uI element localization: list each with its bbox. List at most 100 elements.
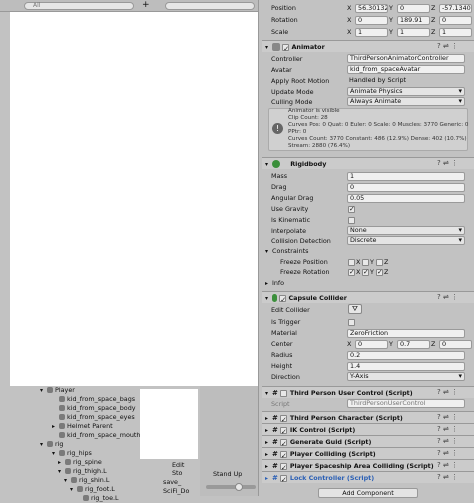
animator-info-line: Stream: 2880 (76.4%) <box>288 143 351 149</box>
rotation-x-field[interactable]: 0 <box>355 16 388 25</box>
use-gravity-checkbox[interactable] <box>348 205 355 213</box>
position-y-field[interactable]: 0 <box>397 4 430 13</box>
scale-y-field[interactable]: 1 <box>397 28 430 37</box>
help-icon[interactable]: ? ⇌ ⋮ <box>437 159 458 167</box>
animator-enabled-checkbox[interactable] <box>282 43 290 55</box>
info-foldout[interactable]: ▸ Info <box>265 279 284 288</box>
rotation-y-field[interactable]: 189.91 <box>397 16 430 25</box>
avatar-field[interactable]: kid_from_spaceAvatar <box>347 65 465 74</box>
freeze-rotation-z-checkbox[interactable] <box>376 268 383 276</box>
script-enabled-checkbox[interactable] <box>279 474 287 486</box>
mass-field[interactable]: 1 <box>347 172 465 181</box>
hierarchy-item[interactable]: kid_from_space_mouth <box>52 431 140 440</box>
script-enabled-checkbox[interactable] <box>279 426 287 438</box>
scale-x-field[interactable]: 1 <box>355 28 388 37</box>
freeze-rotation-x-checkbox[interactable] <box>348 268 355 276</box>
scale-z-field[interactable]: 1 <box>439 28 472 37</box>
position-label: Position <box>271 4 296 12</box>
animator-info-line: Curves Count: 3770 Constant: 486 (12.9%)… <box>288 136 467 142</box>
help-icon[interactable]: ? ⇌ ⋮ <box>437 437 458 445</box>
gameobject-icon <box>47 387 53 393</box>
script-title: Player Colliding (Script) <box>289 450 376 458</box>
script-icon: # <box>272 389 278 397</box>
help-icon[interactable]: ? ⇌ ⋮ <box>437 449 458 457</box>
help-icon[interactable]: ? ⇌ ⋮ <box>437 293 458 301</box>
material-field[interactable]: ZeroFriction <box>347 329 465 338</box>
hierarchy-item[interactable]: ▸ Helmet Parent <box>52 422 113 431</box>
help-icon[interactable]: ? ⇌ ⋮ <box>437 425 458 433</box>
hierarchy-item-label: rig_thigh.L <box>73 467 107 475</box>
collision-dropdown[interactable]: Discrete <box>347 236 465 245</box>
project-item[interactable]: save_ <box>163 478 181 487</box>
freeze-position-x-checkbox[interactable] <box>348 259 355 266</box>
hierarchy-item[interactable]: ▾ rig_shin.L <box>64 476 109 485</box>
edit-collider-label: Edit Collider <box>271 306 310 314</box>
is-trigger-checkbox[interactable] <box>348 318 355 326</box>
preview-slider-handle[interactable] <box>235 483 243 491</box>
hierarchy-item-label: kid_from_space_mouth <box>67 431 141 439</box>
help-icon[interactable]: ? ⇌ ⋮ <box>437 413 458 421</box>
y-axis-label: Y <box>370 268 374 276</box>
position-x-field[interactable]: 56.30132 <box>355 4 388 13</box>
avatar-label: Avatar <box>271 66 292 74</box>
hierarchy-item[interactable]: ▸ rig_spine <box>58 458 102 467</box>
center-y-field[interactable]: 0.7 <box>397 340 430 349</box>
root-motion-label: Apply Root Motion <box>271 77 330 85</box>
info-icon: ! <box>272 123 283 134</box>
hierarchy-item[interactable]: kid_from_space_bags <box>52 395 135 404</box>
center-x-field[interactable]: 0 <box>355 340 388 349</box>
drag-field[interactable]: 0 <box>347 183 465 192</box>
mass-label: Mass <box>271 172 288 180</box>
rotation-z-field[interactable]: 0 <box>439 16 472 25</box>
hierarchy-item[interactable]: ▾ rig_hips <box>52 449 92 458</box>
script-enabled-checkbox[interactable] <box>279 462 287 474</box>
preview-label: Stand Up <box>213 470 243 478</box>
use-gravity-label: Use Gravity <box>271 205 309 213</box>
interpolate-dropdown[interactable]: None <box>347 226 465 235</box>
controller-field[interactable]: ThirdPersonAnimatorController <box>347 54 465 63</box>
center-z-field[interactable]: 0 <box>439 340 472 349</box>
hierarchy-item-label: rig_spine <box>73 458 102 466</box>
project-item[interactable]: Sto <box>172 469 182 478</box>
radius-field[interactable]: 0.2 <box>347 351 465 360</box>
freeze-rotation-y-checkbox[interactable] <box>362 268 369 276</box>
z-axis-label: Z <box>431 16 436 24</box>
hierarchy-item[interactable]: kid_from_space_body <box>52 404 136 413</box>
add-icon[interactable]: + <box>142 1 150 10</box>
hierarchy-item[interactable]: ▾ Player <box>40 386 75 395</box>
culling-dropdown[interactable]: Always Animate <box>347 97 465 106</box>
help-icon[interactable]: ? ⇌ ⋮ <box>437 473 458 481</box>
script-enabled-checkbox[interactable] <box>279 450 287 462</box>
capsule-enabled-checkbox[interactable] <box>279 294 287 306</box>
is-kinematic-checkbox[interactable] <box>348 216 355 224</box>
edit-collider-button[interactable]: ⛛ <box>348 304 362 314</box>
preview-slider[interactable] <box>206 485 256 489</box>
interpolate-label: Interpolate <box>271 227 307 235</box>
direction-dropdown[interactable]: Y-Axis <box>347 372 465 381</box>
project-item[interactable]: SciFi_Do <box>163 487 189 496</box>
constraints-foldout[interactable]: ▾ Constraints <box>265 247 308 256</box>
hierarchy-item[interactable]: rig_toe.L <box>76 494 119 503</box>
script-enabled-checkbox[interactable] <box>279 389 287 397</box>
hierarchy-item[interactable]: ▾ rig <box>40 440 63 449</box>
height-field[interactable]: 1.4 <box>347 362 465 371</box>
search-field[interactable]: All <box>24 2 134 10</box>
hierarchy-item[interactable]: kid_from_space_eyes <box>52 413 135 422</box>
hierarchy-item[interactable]: ▾ rig_foot.L <box>70 485 115 494</box>
gameobject-icon <box>77 486 83 492</box>
update-mode-dropdown[interactable]: Animate Physics <box>347 87 465 96</box>
help-icon[interactable]: ? ⇌ ⋮ <box>437 461 458 469</box>
script-enabled-checkbox[interactable] <box>279 414 287 426</box>
position-z-field[interactable]: -57.1340 <box>439 4 472 13</box>
help-icon[interactable]: ? ⇌ ⋮ <box>437 42 458 50</box>
scene-view[interactable] <box>10 12 258 386</box>
script-enabled-checkbox[interactable] <box>279 438 287 450</box>
hierarchy-item[interactable]: ▾ rig_thigh.L <box>58 467 107 476</box>
freeze-position-y-checkbox[interactable] <box>362 259 369 266</box>
angular-drag-field[interactable]: 0.05 <box>347 194 465 203</box>
add-component-button[interactable]: Add Component <box>318 488 418 498</box>
help-icon[interactable]: ? ⇌ ⋮ <box>437 388 458 396</box>
scene-search-field[interactable] <box>165 2 255 10</box>
gameobject-icon <box>59 414 65 420</box>
freeze-position-z-checkbox[interactable] <box>376 259 383 266</box>
